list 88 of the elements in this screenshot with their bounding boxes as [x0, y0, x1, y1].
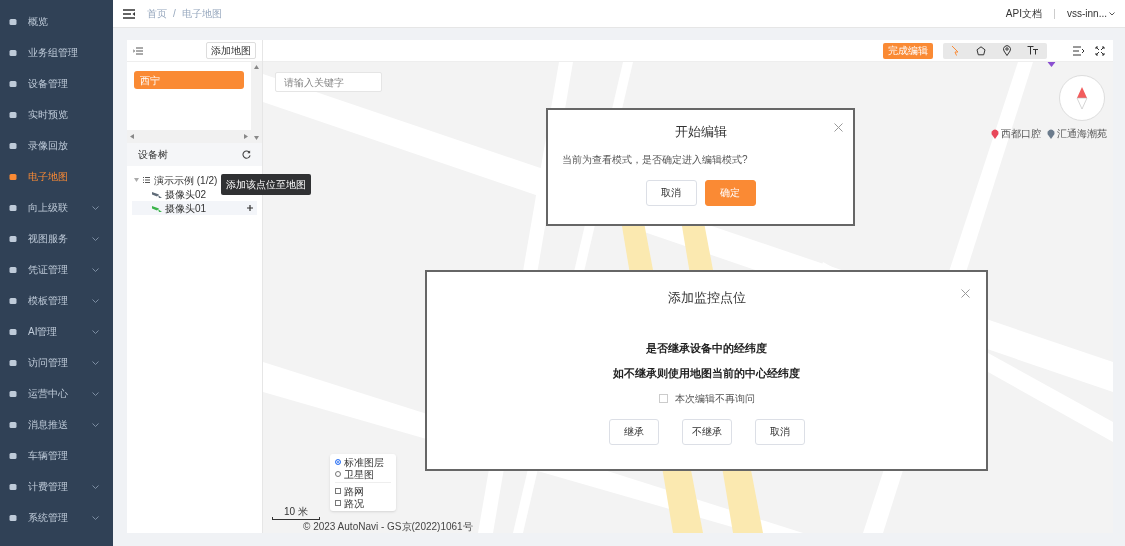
place-label: 西都口腔: [1001, 127, 1041, 141]
dialog-message: 是否继承设备中的经纬度: [646, 340, 767, 356]
close-icon[interactable]: [834, 123, 843, 132]
api-docs-link[interactable]: API文档: [1005, 6, 1042, 21]
place-label: 汇通海潮苑: [1057, 127, 1107, 141]
menu-item-icon: [9, 79, 17, 88]
compass-needle-icon: [1075, 87, 1089, 109]
dialog-message: 当前为查看模式，是否确定进入编辑模式?: [562, 152, 748, 167]
list-icon[interactable]: [133, 46, 143, 55]
menu-item-icon: [9, 451, 17, 460]
sidebar-item[interactable]: 计费管理: [0, 471, 113, 502]
map-pin-icon[interactable]: [1002, 45, 1011, 56]
sidebar-item[interactable]: AI管理: [0, 316, 113, 347]
sidebar-item[interactable]: 视图服务: [0, 223, 113, 254]
tooltip: 添加该点位至地图: [221, 174, 311, 195]
vertical-scrollbar[interactable]: [251, 62, 262, 143]
dialog-message: 如不继承则使用地图当前的中心经纬度: [613, 366, 800, 381]
dialog-title: 添加监控点位: [667, 289, 746, 307]
sidebar-item[interactable]: 录像回放: [0, 130, 113, 161]
group-label[interactable]: 演示示例 (1/2): [154, 172, 218, 188]
sidebar-item[interactable]: 运营中心: [0, 378, 113, 409]
scroll-down-icon[interactable]: [254, 136, 259, 140]
scroll-right-icon[interactable]: [244, 134, 248, 139]
horizontal-scrollbar[interactable]: [127, 130, 251, 143]
compass-control[interactable]: [1059, 75, 1105, 121]
menu-item-icon: [9, 172, 17, 181]
radio-button[interactable]: [335, 471, 341, 477]
sidebar-item[interactable]: 电子地图: [0, 161, 113, 192]
layer-label: 标准图层: [344, 455, 384, 470]
sidebar-item[interactable]: 车辆管理: [0, 440, 113, 471]
scroll-left-icon[interactable]: [130, 134, 134, 139]
menu-item-icon: [9, 358, 17, 367]
chevron-down-icon: [1109, 11, 1115, 16]
checkbox[interactable]: [335, 500, 341, 506]
menu-item-icon: [9, 420, 17, 429]
checkbox-label: 本次编辑不再询问: [674, 391, 755, 406]
sidebar-item[interactable]: 系统管理: [0, 502, 113, 533]
menu-item-icon: [9, 110, 17, 119]
keyword-search-field[interactable]: 请输入关键字: [275, 72, 382, 92]
menu-item-icon: [9, 141, 17, 150]
sidebar-item[interactable]: 概览: [0, 6, 113, 37]
sidebar-item[interactable]: 设备管理: [0, 68, 113, 99]
device-tree-title: 设备树: [138, 148, 168, 162]
plus-icon[interactable]: [247, 205, 253, 211]
sidebar-item[interactable]: 业务组管理: [0, 37, 113, 68]
menu-item-icon: [9, 296, 17, 305]
checkbox[interactable]: [658, 393, 668, 403]
text-tool-icon[interactable]: [1026, 46, 1039, 55]
menu-item-icon: [9, 265, 17, 274]
dialog-button[interactable]: 继承: [608, 418, 659, 445]
checkbox[interactable]: [335, 488, 341, 494]
menu-item-icon: [9, 48, 17, 57]
dialog-button[interactable]: 取消: [754, 418, 805, 445]
add-map-button[interactable]: 添加地图: [206, 42, 256, 59]
scale-label: 10 米: [284, 506, 308, 517]
menu-item-icon: [9, 234, 17, 243]
sidebar-item[interactable]: 向上级联: [0, 192, 113, 223]
menu-item-icon: [9, 513, 17, 522]
sidebar-item[interactable]: 凭证管理: [0, 254, 113, 285]
expand-caret-icon[interactable]: [134, 178, 139, 182]
fullscreen-icon[interactable]: [1095, 45, 1105, 56]
sidebar-item[interactable]: 访问管理: [0, 347, 113, 378]
dialog-title: 开始编辑: [674, 123, 727, 141]
sidebar-item[interactable]: 实时预览: [0, 99, 113, 130]
pentagon-icon[interactable]: [976, 45, 987, 56]
dialog-button[interactable]: 不继承: [681, 418, 732, 445]
user-menu[interactable]: vss-inn...: [1067, 6, 1115, 21]
menu-item-icon: [9, 389, 17, 398]
menu-item-icon: [9, 327, 17, 336]
menu-item-icon: [9, 482, 17, 491]
layer-label: 路网: [344, 484, 364, 499]
menu-item-icon: [9, 203, 17, 212]
layer-label: 路况: [344, 497, 364, 511]
sidebar-item[interactable]: 模板管理: [0, 285, 113, 316]
menu-icon[interactable]: [123, 8, 135, 19]
radio-button[interactable]: [335, 459, 341, 465]
layer-label: 卫星图: [344, 468, 374, 482]
map-copyright: © 2023 AutoNavi - GS京(2022)1061号: [303, 521, 473, 532]
close-icon[interactable]: [961, 289, 970, 298]
dialog-button[interactable]: 取消: [645, 179, 697, 206]
breadcrumb-separator: /: [173, 7, 176, 21]
list-icon: [143, 177, 150, 183]
menu-item-icon: [9, 17, 17, 26]
device-row[interactable]: 摄像头01: [132, 201, 257, 215]
list-toggle-icon[interactable]: [1073, 45, 1085, 56]
scroll-up-icon[interactable]: [254, 65, 259, 69]
refresh-icon[interactable]: [242, 150, 251, 159]
sidebar-item[interactable]: 消息推送: [0, 409, 113, 440]
